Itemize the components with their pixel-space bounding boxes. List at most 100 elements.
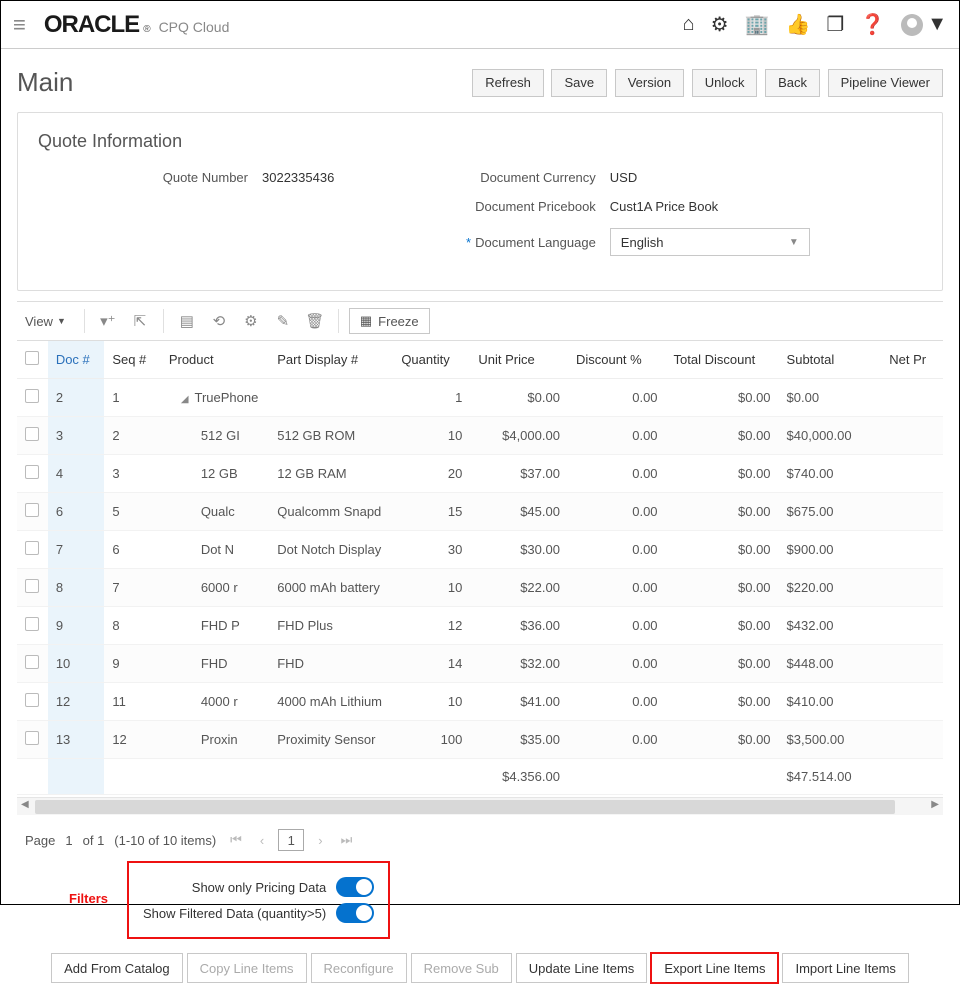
home-icon[interactable]: ⌂ — [683, 13, 695, 36]
row-checkbox[interactable] — [25, 541, 39, 555]
table-row[interactable]: 876000 r6000 mAh battery10$22.000.00$0.0… — [17, 569, 943, 607]
col-netprice-header[interactable]: Net Pr — [881, 341, 943, 379]
version-button[interactable]: Version — [615, 69, 684, 97]
cell-subtotal: $410.00 — [779, 683, 882, 721]
cell-seq: 2 — [104, 417, 161, 455]
col-totaldiscount-header[interactable]: Total Discount — [666, 341, 779, 379]
table-row[interactable]: 32512 GI512 GB ROM10$4,000.000.00$0.00$4… — [17, 417, 943, 455]
add-icon[interactable]: ▤ — [174, 308, 200, 334]
cell-part: FHD Plus — [269, 607, 393, 645]
cell-unitprice: $22.00 — [470, 569, 568, 607]
language-select[interactable]: English ▼ — [610, 228, 810, 256]
cell-netprice — [881, 569, 943, 607]
cell-totaldiscount: $0.00 — [666, 531, 779, 569]
cell-doc: 10 — [48, 645, 105, 683]
back-button[interactable]: Back — [765, 69, 820, 97]
save-button[interactable]: Save — [551, 69, 607, 97]
refresh-icon[interactable]: ⟲ — [206, 308, 232, 334]
thumb-icon[interactable]: 👍 — [785, 12, 810, 37]
row-checkbox[interactable] — [25, 655, 39, 669]
header-buttons: Refresh Save Version Unlock Back Pipelin… — [468, 69, 943, 97]
row-checkbox[interactable] — [25, 693, 39, 707]
filter-icon[interactable]: ▾⁺ — [95, 308, 121, 334]
row-checkbox[interactable] — [25, 731, 39, 745]
freeze-button[interactable]: ▦ Freeze — [349, 308, 430, 334]
cell-product: FHD — [161, 645, 269, 683]
settings-icon[interactable]: ⚙ — [238, 308, 264, 334]
row-checkbox[interactable] — [25, 427, 39, 441]
pager-first-icon[interactable]: ⏮ — [226, 832, 246, 848]
row-checkbox[interactable] — [25, 503, 39, 517]
unlock-button[interactable]: Unlock — [692, 69, 758, 97]
cell-part: Dot Notch Display — [269, 531, 393, 569]
table-row[interactable]: 109FHDFHD14$32.000.00$0.00$448.00 — [17, 645, 943, 683]
copy-line-items-button[interactable]: Copy Line Items — [187, 953, 307, 983]
gear-icon[interactable]: ⚙ — [711, 12, 729, 37]
cell-part: FHD — [269, 645, 393, 683]
col-doc-header[interactable]: Doc # — [48, 341, 105, 379]
add-from-catalog-button[interactable]: Add From Catalog — [51, 953, 183, 983]
cell-qty: 100 — [393, 721, 470, 759]
col-seq-header[interactable]: Seq # — [104, 341, 161, 379]
cell-product: 512 GI — [161, 417, 269, 455]
pager-last-icon[interactable]: ⏭ — [337, 832, 357, 848]
cell-discount: 0.00 — [568, 531, 666, 569]
detach-icon[interactable]: ⇱ — [127, 308, 153, 334]
table-row[interactable]: 98FHD PFHD Plus12$36.000.00$0.00$432.00 — [17, 607, 943, 645]
delete-icon[interactable]: 🗑 — [302, 308, 328, 334]
row-checkbox[interactable] — [25, 617, 39, 631]
row-checkbox[interactable] — [25, 389, 39, 403]
help-icon[interactable]: ❓ — [860, 12, 885, 37]
cell-product: 4000 r — [161, 683, 269, 721]
refresh-button[interactable]: Refresh — [472, 69, 544, 97]
table-row[interactable]: 1312ProxinProximity Sensor100$35.000.00$… — [17, 721, 943, 759]
cell-product: Dot N — [161, 531, 269, 569]
import-line-items-button[interactable]: Import Line Items — [782, 953, 908, 983]
row-checkbox[interactable] — [25, 465, 39, 479]
cell-seq: 5 — [104, 493, 161, 531]
table-row[interactable]: 76Dot NDot Notch Display30$30.000.00$0.0… — [17, 531, 943, 569]
table-row[interactable]: 4312 GB12 GB RAM20$37.000.00$0.00$740.00 — [17, 455, 943, 493]
pricing-toggle[interactable] — [336, 877, 374, 897]
select-all-checkbox[interactable] — [25, 351, 39, 365]
col-product-header[interactable]: Product — [161, 341, 269, 379]
col-subtotal-header[interactable]: Subtotal — [779, 341, 882, 379]
reconfigure-button[interactable]: Reconfigure — [311, 953, 407, 983]
col-qty-header[interactable]: Quantity — [393, 341, 470, 379]
col-part-header[interactable]: Part Display # — [269, 341, 393, 379]
horizontal-scrollbar[interactable] — [17, 797, 943, 815]
brand-name: ORACLE — [44, 11, 139, 39]
row-checkbox[interactable] — [25, 579, 39, 593]
export-line-items-button[interactable]: Export Line Items — [651, 953, 778, 983]
cell-subtotal: $900.00 — [779, 531, 882, 569]
cell-product: ◢TruePhone — [161, 379, 269, 417]
table-row[interactable]: 21◢TruePhone1$0.000.00$0.00$0.00 — [17, 379, 943, 417]
docs-icon[interactable]: ❐ — [826, 12, 844, 37]
pipeline-viewer-button[interactable]: Pipeline Viewer — [828, 69, 943, 97]
cell-discount: 0.00 — [568, 455, 666, 493]
pager-prev-icon[interactable]: ‹ — [256, 833, 268, 848]
table-row[interactable]: 65QualcQualcomm Snapd15$45.000.00$0.00$6… — [17, 493, 943, 531]
totals-row: $4.356.00 $47.514.00 — [17, 759, 943, 795]
pager-next-icon[interactable]: › — [314, 833, 326, 848]
table-row[interactable]: 12114000 r4000 mAh Lithium10$41.000.00$0… — [17, 683, 943, 721]
cell-part: Qualcomm Snapd — [269, 493, 393, 531]
avatar[interactable]: ▼ — [901, 13, 947, 36]
menu-icon[interactable]: ≡ — [13, 12, 26, 38]
view-menu[interactable]: View ▼ — [17, 310, 74, 333]
cell-doc: 8 — [48, 569, 105, 607]
collapse-icon[interactable]: ◢ — [181, 394, 189, 405]
update-line-items-button[interactable]: Update Line Items — [516, 953, 648, 983]
filtered-toggle[interactable] — [336, 903, 374, 923]
cell-doc: 7 — [48, 531, 105, 569]
col-discount-header[interactable]: Discount % — [568, 341, 666, 379]
edit-icon[interactable]: ✎ — [270, 308, 296, 334]
pager-input[interactable]: 1 — [278, 829, 304, 851]
cell-netprice — [881, 455, 943, 493]
cell-totaldiscount: $0.00 — [666, 417, 779, 455]
col-unitprice-header[interactable]: Unit Price — [470, 341, 568, 379]
remove-sub-button[interactable]: Remove Sub — [411, 953, 512, 983]
cell-seq: 9 — [104, 645, 161, 683]
building-icon[interactable]: 🏢 — [745, 12, 770, 37]
cell-discount: 0.00 — [568, 607, 666, 645]
